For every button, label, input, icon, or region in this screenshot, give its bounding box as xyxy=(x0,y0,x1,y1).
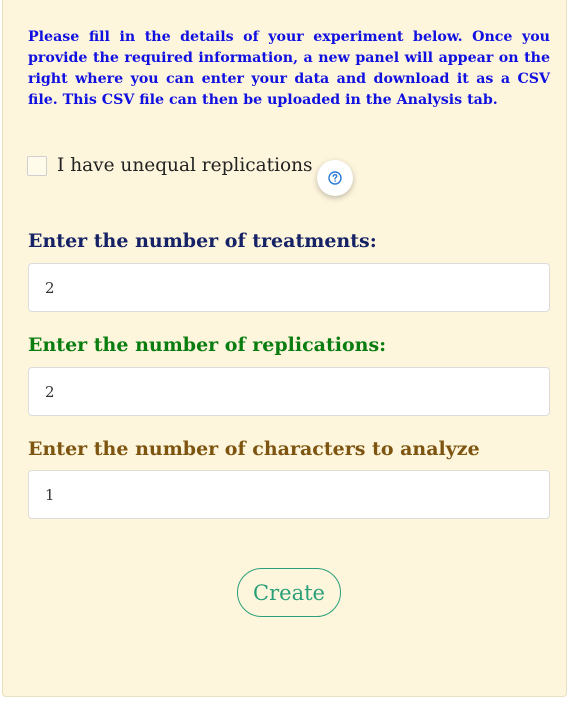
intro-text: Please fill in the details of your exper… xyxy=(28,29,550,108)
help-button[interactable] xyxy=(317,160,353,196)
treatments-input[interactable]: 2 xyxy=(28,263,550,312)
unequal-replications-row[interactable]: I have unequal replications xyxy=(27,155,313,176)
question-circle-icon xyxy=(328,171,342,185)
characters-label: Enter the number of characters to analyz… xyxy=(28,438,480,460)
experiment-details-panel: Please fill in the details of your exper… xyxy=(2,0,567,697)
unequal-replications-label[interactable]: I have unequal replications xyxy=(57,155,313,176)
treatments-label: Enter the number of treatments: xyxy=(28,230,377,252)
unequal-replications-checkbox[interactable] xyxy=(27,155,47,176)
replications-input[interactable]: 2 xyxy=(28,367,550,416)
create-button[interactable]: Create xyxy=(237,568,341,617)
characters-input[interactable]: 1 xyxy=(28,470,550,519)
replications-label: Enter the number of replications: xyxy=(28,334,387,356)
